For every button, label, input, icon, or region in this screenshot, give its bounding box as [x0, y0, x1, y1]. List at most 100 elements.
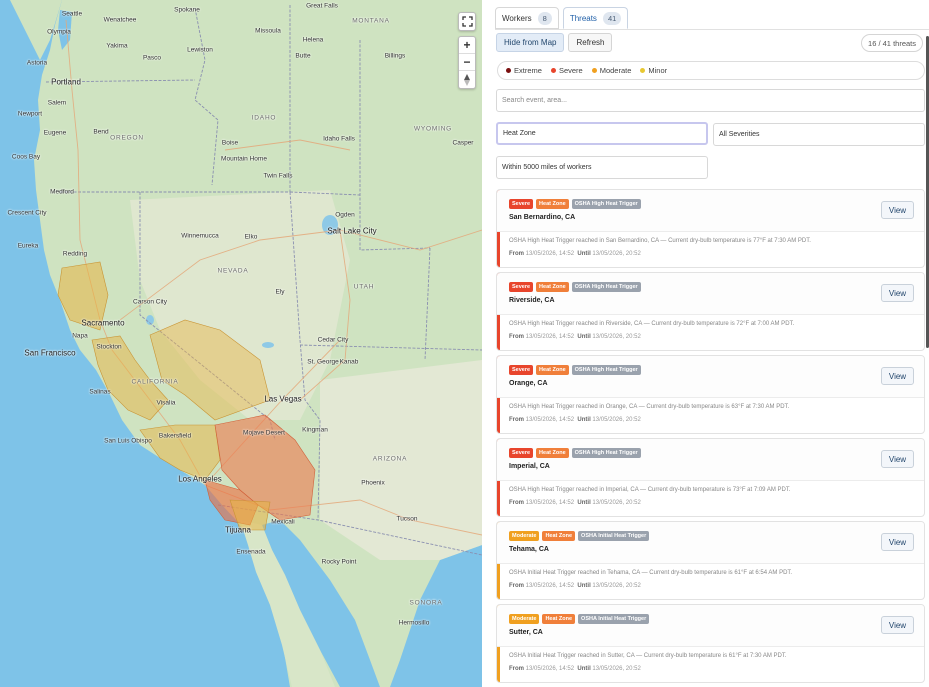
city-label: Newport [17, 110, 43, 118]
badge-row: Severe Heat Zone OSHA High Heat Trigger [509, 448, 641, 458]
legend-item-severe: Severe [550, 66, 583, 75]
city-label: Tucson [396, 515, 418, 523]
view-button[interactable]: View [881, 450, 914, 468]
from-label: From [509, 417, 524, 423]
until-date: 13/05/2026, 20:52 [592, 583, 641, 589]
threat-card[interactable]: Moderate Heat Zone OSHA Initial Heat Tri… [496, 604, 925, 683]
card-header [497, 439, 924, 481]
until-label: Until [577, 334, 591, 340]
city-label: Bend [93, 128, 109, 136]
card-header [497, 522, 924, 564]
fullscreen-control[interactable] [458, 12, 476, 31]
trigger-badge: OSHA High Heat Trigger [571, 199, 641, 209]
category-badge: Heat Zone [536, 282, 569, 292]
refresh-button[interactable]: Refresh [568, 33, 613, 52]
city-label: Casper [452, 139, 474, 147]
threat-card[interactable]: Moderate Heat Zone OSHA Initial Heat Tri… [496, 521, 925, 600]
city-label: Wenatchee [103, 16, 137, 24]
tab-workers[interactable]: Workers 8 [495, 7, 559, 29]
distance-select[interactable]: Within 5000 miles of workers [496, 156, 708, 179]
threat-card[interactable]: Severe Heat Zone OSHA High Heat Trigger … [496, 355, 925, 434]
legend-swatch [506, 68, 511, 73]
city-label: Winnemucca [181, 232, 219, 240]
state-label: IDAHO [251, 114, 277, 122]
trigger-badge: OSHA Initial Heat Trigger [578, 614, 650, 624]
category-badge: Heat Zone [542, 531, 576, 541]
legend-swatch [591, 68, 597, 73]
city-label: Rocky Point [321, 558, 357, 566]
expand-icon[interactable] [459, 13, 475, 30]
from-label: From [509, 251, 524, 257]
from-date: 13/05/2026, 14:52 [525, 251, 575, 257]
city-label: Olympia [47, 28, 71, 36]
threat-card[interactable]: Severe Heat Zone OSHA High Heat Trigger … [496, 189, 925, 268]
legend-item-minor: Minor [640, 66, 667, 75]
severity-badge: Severe [509, 199, 534, 209]
threat-location: Sutter, CA [509, 629, 543, 636]
state-label: CALIFORNIA [131, 378, 179, 386]
legend-swatch [550, 68, 556, 73]
view-button[interactable]: View [881, 367, 914, 385]
trigger-badge: OSHA Initial Heat Trigger [578, 531, 650, 541]
severity-badge: Severe [509, 448, 534, 458]
tab-threats[interactable]: Threats 41 [562, 7, 629, 29]
compass-icon[interactable] [459, 71, 475, 88]
city-label: Redding [62, 250, 88, 258]
state-label: OREGON [110, 134, 144, 142]
threat-counter: 16 / 41 threats [861, 34, 923, 52]
threat-location: Orange, CA [509, 380, 548, 387]
threat-description: OSHA High Heat Trigger reached in Orange… [509, 404, 790, 410]
hide-from-map-button[interactable]: Hide from Map [496, 33, 565, 52]
from-label: From [509, 334, 524, 340]
city-label: Salem [47, 99, 67, 107]
threat-toolbar: Hide from Map Refresh [496, 33, 613, 52]
until-date: 13/05/2026, 20:52 [592, 334, 641, 340]
trigger-badge: OSHA High Heat Trigger [571, 282, 641, 292]
until-date: 13/05/2026, 20:52 [592, 500, 641, 506]
city-label: Kingman [302, 426, 328, 434]
tab-label: Workers [502, 13, 532, 23]
city-label: Mojave Desert [243, 429, 285, 437]
city-label: Yakima [106, 42, 128, 50]
severity-badge: Severe [509, 282, 534, 292]
city-label: Las Vegas [264, 394, 302, 404]
from-label: From [509, 666, 524, 672]
city-label: Eureka [17, 242, 39, 250]
threat-dates: From 13/05/2026, 14:52 Until 13/05/2026,… [509, 500, 641, 506]
city-label: Billings [384, 52, 406, 60]
threat-card[interactable]: Severe Heat Zone OSHA High Heat Trigger … [496, 272, 925, 351]
city-label: Lewiston [187, 46, 213, 54]
city-label: Salt Lake City [327, 226, 377, 236]
state-label: ARIZONA [372, 455, 408, 463]
card-header [497, 273, 924, 315]
severity-badge: Moderate [509, 531, 540, 541]
from-date: 13/05/2026, 14:52 [525, 417, 575, 423]
zoom-in-button[interactable]: + [459, 37, 475, 54]
severity-legend: Extreme Severe Moderate Minor [497, 61, 925, 80]
until-label: Until [577, 666, 591, 672]
severity-select[interactable]: All Severities [713, 123, 925, 146]
map-basemap [0, 0, 482, 687]
view-button[interactable]: View [881, 533, 914, 551]
city-label: Portland [51, 77, 81, 87]
city-label: St. George [307, 358, 339, 366]
view-button[interactable]: View [881, 616, 914, 634]
view-button[interactable]: View [881, 284, 914, 302]
city-label: Phoenix [361, 479, 385, 487]
severity-badge: Moderate [509, 614, 540, 624]
threat-dates: From 13/05/2026, 14:52 Until 13/05/2026,… [509, 666, 641, 672]
until-label: Until [577, 583, 591, 589]
city-label: Seattle [61, 10, 83, 18]
event-type-select[interactable]: Heat Zone [496, 122, 708, 145]
city-label: Ely [275, 288, 285, 296]
search-input[interactable]: Search event, area... [496, 89, 925, 112]
card-header [497, 356, 924, 398]
badge-row: Severe Heat Zone OSHA High Heat Trigger [509, 282, 641, 292]
tab-bar: Workers 8 Threats 41 [495, 7, 629, 29]
city-label: Visalia [156, 399, 176, 407]
zoom-out-button[interactable]: − [459, 54, 475, 71]
map-view[interactable]: MONTANA IDAHO OREGON WYOMING NEVADA UTAH… [0, 0, 482, 687]
view-button[interactable]: View [881, 201, 914, 219]
threat-card[interactable]: Severe Heat Zone OSHA High Heat Trigger … [496, 438, 925, 517]
state-label: SONORA [409, 599, 443, 607]
